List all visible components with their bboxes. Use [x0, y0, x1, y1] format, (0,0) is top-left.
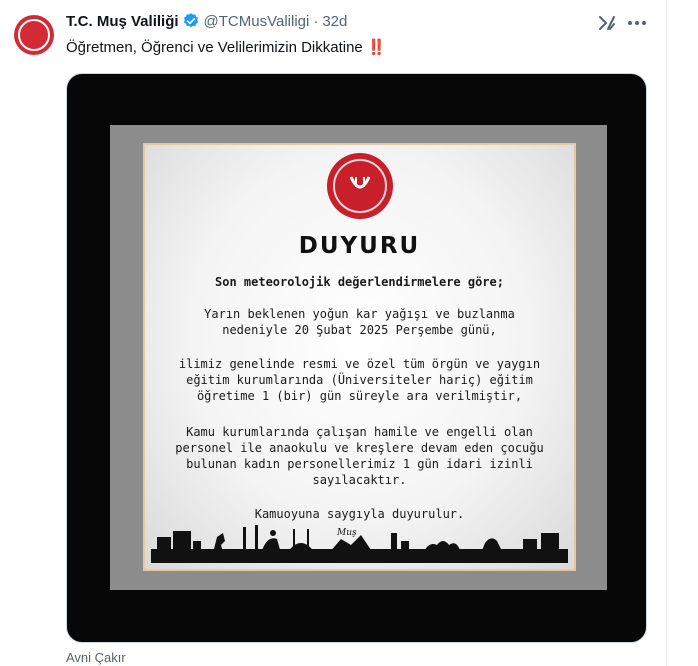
poster-line: Kamu kurumlarında çalışan hamile ve enge…: [186, 425, 533, 439]
double-exclamation-emoji: ‼️: [366, 39, 386, 56]
separator-dot: ·: [313, 12, 319, 30]
more-options-icon[interactable]: [625, 13, 649, 33]
poster-line: Kamuoyuna saygıyla duyurulur.: [254, 507, 465, 521]
poster-line: sayılacaktır.: [312, 473, 407, 487]
city-skyline-illustration: Muş: [151, 525, 568, 563]
poster-line: eğitim kurumlarında (Üniversiteler hariç…: [186, 373, 533, 387]
poster-line: ilimiz genelinde resmi ve özel tüm örgün…: [178, 357, 541, 371]
tweet-header: T.C. Muş Valiliği @TCMusValiligi · 32d: [66, 12, 347, 30]
photo-credit: Avni Çakır: [66, 650, 126, 665]
poster-line: öğretime 1 (bir) gün süreyle ara verilmi…: [196, 389, 523, 403]
tweet: T.C. Muş Valiliği @TCMusValiligi · 32d Ö…: [0, 0, 698, 666]
poster-title: DUYURU: [298, 233, 421, 259]
avatar[interactable]: [14, 15, 54, 55]
governorship-emblem-icon: [327, 153, 393, 219]
column-divider: [666, 0, 667, 666]
poster-line: Yarın beklenen yoğun kar yağışı ve buzla…: [204, 307, 515, 321]
poster-line: nedeniyle 20 Şubat 2025 Perşembe günü,: [222, 323, 497, 337]
tweet-body: Öğretmen, Öğrenci ve Velilerimizin Dikka…: [66, 39, 363, 56]
author-handle[interactable]: @TCMusValiligi: [204, 13, 310, 30]
grok-icon[interactable]: [597, 13, 617, 33]
timestamp[interactable]: 32d: [322, 13, 347, 30]
verified-check-icon: [183, 13, 198, 28]
tweet-text: Öğretmen, Öğrenci ve Velilerimizin Dikka…: [66, 38, 386, 58]
poster-frame: DUYURU Son meteorolojik değerlendirmeler…: [110, 125, 607, 590]
announcement-poster: DUYURU Son meteorolojik değerlendirmeler…: [143, 143, 576, 571]
poster-line: personel ile anaokulu ve kreşlere devam …: [175, 441, 544, 455]
tweet-image[interactable]: DUYURU Son meteorolojik değerlendirmeler…: [66, 73, 647, 643]
avatar-emblem-icon: [18, 19, 50, 51]
author-name[interactable]: T.C. Muş Valiliği: [66, 13, 179, 30]
skyline-text: Muş: [336, 528, 357, 538]
poster-line: bulunan kadın personellerimiz 1 gün idar…: [186, 457, 533, 471]
poster-line: Son meteorolojik değerlendirmelere göre;: [215, 275, 504, 289]
